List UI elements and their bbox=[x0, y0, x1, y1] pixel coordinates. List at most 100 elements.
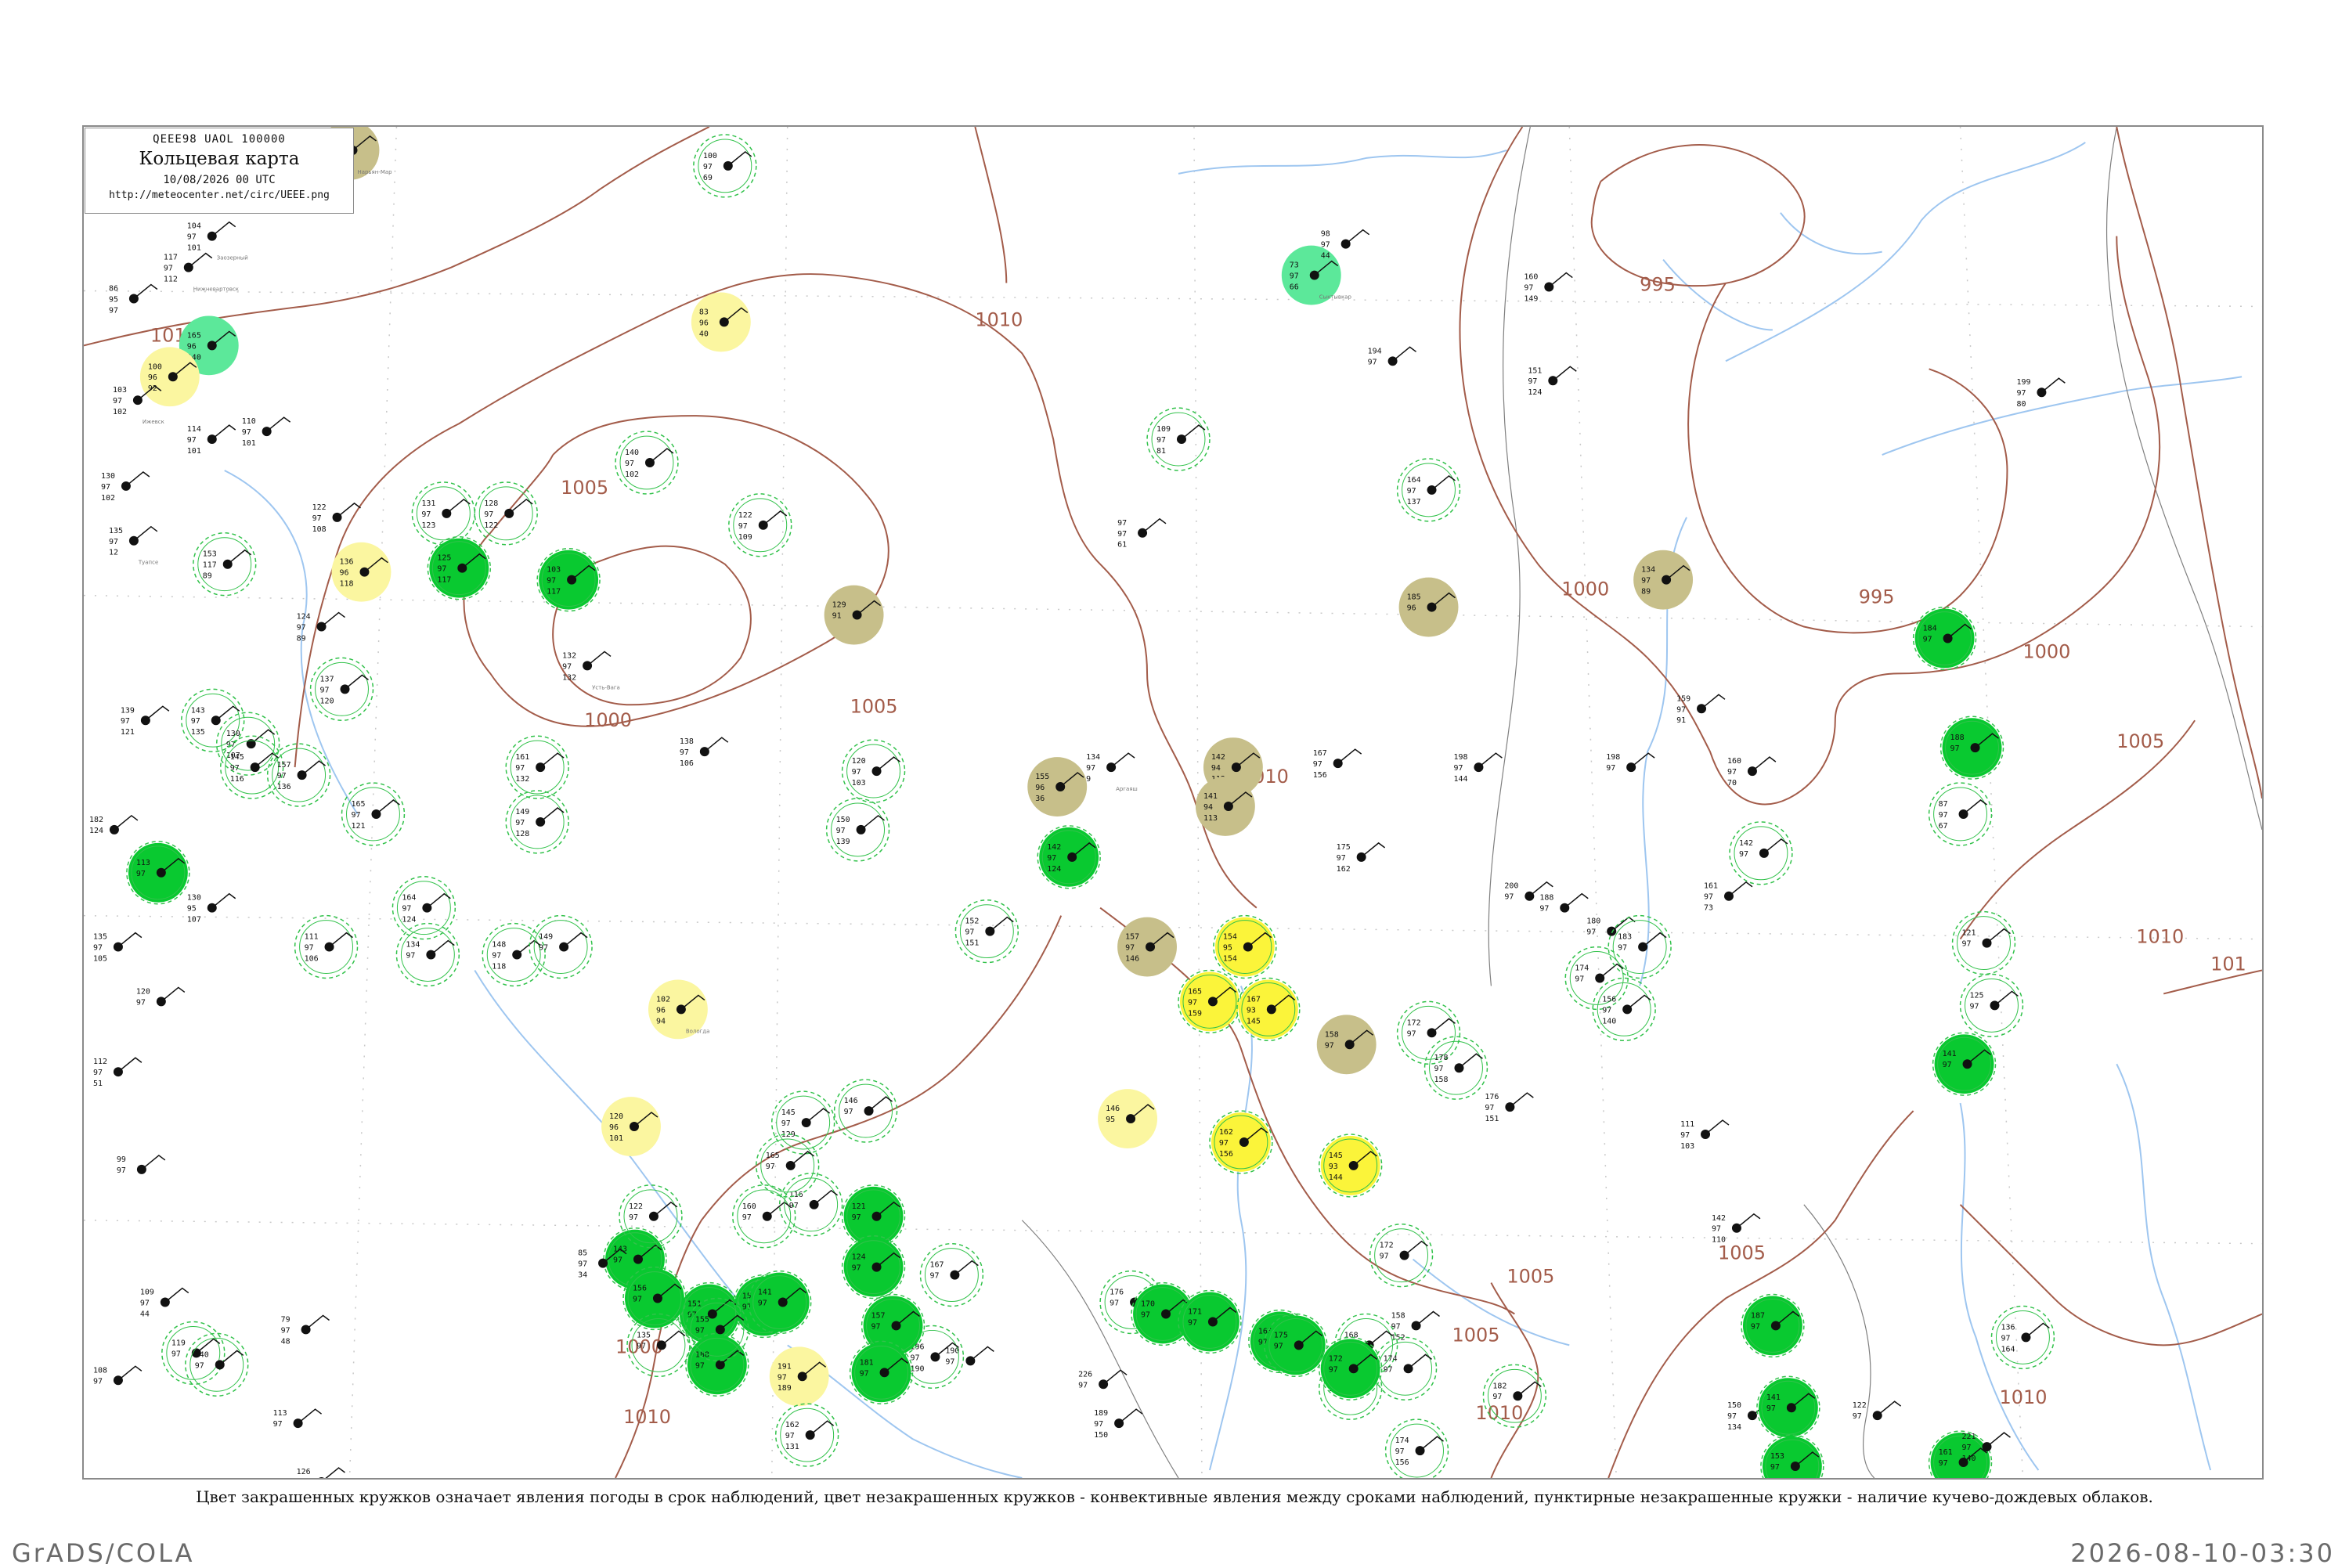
isobar-label: 1005 bbox=[1452, 1324, 1499, 1346]
station-humidity: 97 bbox=[1329, 1365, 1338, 1374]
station-humidity: 97 bbox=[1751, 1322, 1760, 1331]
station-plot: 8695 97 bbox=[109, 283, 158, 315]
station-dewpoint: 145 bbox=[1247, 1017, 1261, 1026]
station-humidity: 97 bbox=[1094, 1420, 1103, 1429]
station-temperature: 140 bbox=[625, 449, 639, 457]
station-dewpoint: 121 bbox=[352, 822, 366, 831]
station-temperature: 145 bbox=[1329, 1152, 1343, 1160]
station-temperature: 140 bbox=[195, 1350, 209, 1359]
station-temperature: 125 bbox=[437, 554, 451, 563]
station-dewpoint: 150 bbox=[1094, 1431, 1108, 1440]
station-temperature: 160 bbox=[1727, 757, 1741, 766]
station-humidity: 97 bbox=[402, 905, 411, 914]
station-dewpoint: 89 bbox=[297, 634, 306, 643]
station-humidity: 96 bbox=[656, 1006, 666, 1015]
station-temperature: 102 bbox=[656, 995, 670, 1004]
station-temperature: 103 bbox=[547, 566, 561, 575]
station-plot: 100 96 92 bbox=[139, 347, 200, 407]
station-humidity: 97 bbox=[2016, 389, 2026, 398]
station-temperature: 128 bbox=[484, 499, 498, 508]
station-temperature: 125 bbox=[1970, 991, 1984, 1000]
station-temperature: 149 bbox=[515, 808, 529, 816]
station-plot: 111 97 103 bbox=[1680, 1119, 1730, 1151]
station-temperature: 150 bbox=[836, 816, 850, 824]
station-dewpoint: 149 bbox=[1524, 294, 1538, 303]
station-dewpoint: 101 bbox=[609, 1134, 623, 1143]
station-dewpoint: 70 bbox=[1727, 779, 1737, 788]
station-name: Нарьян-Мар bbox=[357, 169, 392, 175]
station-temperature: 184 bbox=[1923, 625, 1937, 633]
station-humidity: 97 bbox=[93, 944, 103, 953]
station-dewpoint: 122 bbox=[484, 521, 498, 530]
station-plot: 18397 bbox=[1607, 914, 1672, 979]
station-humidity: 97 bbox=[860, 1369, 869, 1378]
station-plot: 18897 bbox=[1539, 892, 1589, 914]
station-humidity: 97 bbox=[484, 510, 493, 519]
station-humidity: 97 bbox=[1727, 1412, 1737, 1421]
station-plot: 161 97 bbox=[1928, 1430, 1993, 1478]
station-plot: 14197 bbox=[1756, 1375, 1820, 1440]
station-plot: 125 97 117 bbox=[427, 536, 492, 600]
station-plot: 109 97 81 bbox=[1146, 407, 1211, 471]
station-temperature: 167 bbox=[1247, 995, 1261, 1004]
station-dewpoint: 116 bbox=[230, 775, 244, 784]
station-humidity: 96 bbox=[699, 319, 709, 327]
station-dewpoint: 136 bbox=[277, 783, 291, 791]
station-temperature: 189 bbox=[1094, 1409, 1108, 1418]
station-temperature: 160 bbox=[1524, 273, 1538, 282]
station-dewpoint: 134 bbox=[1727, 1423, 1741, 1432]
station-temperature: 124 bbox=[297, 613, 311, 622]
station-temperature: 180 bbox=[1586, 917, 1600, 926]
station-dewpoint: 144 bbox=[1329, 1173, 1343, 1182]
station-temperature: 183 bbox=[1618, 933, 1632, 942]
station-humidity: 97 bbox=[93, 1069, 103, 1077]
isobar-label: 1000 bbox=[2022, 640, 2070, 662]
station-plot: 134 97 9 Аргаяш bbox=[1086, 752, 1138, 792]
station-temperature: 153 bbox=[1770, 1452, 1784, 1461]
station-humidity: 97 bbox=[629, 1213, 638, 1222]
station-dewpoint: 92 bbox=[148, 384, 157, 393]
station-humidity: 97 bbox=[1962, 940, 1972, 949]
station-humidity: 97 bbox=[637, 1342, 646, 1350]
station-temperature: 83 bbox=[699, 308, 709, 316]
station-humidity: 97 bbox=[1407, 487, 1416, 496]
station-name: Усть-Вага bbox=[592, 684, 620, 690]
station-humidity: 97 bbox=[789, 1202, 799, 1210]
station-humidity: 97 bbox=[1141, 1310, 1150, 1319]
station-plot: 11397 bbox=[126, 841, 190, 905]
isobar-label: 1005 bbox=[2116, 730, 2164, 752]
station-humidity: 97 bbox=[1125, 944, 1135, 953]
station-plot: 160 97 70 bbox=[1727, 756, 1777, 788]
station-dewpoint: 156 bbox=[1219, 1150, 1233, 1159]
station-temperature: 156 bbox=[1602, 995, 1616, 1004]
station-plot: 12497 bbox=[841, 1235, 906, 1299]
station-plot: 120 96 101 bbox=[601, 1097, 661, 1156]
station-dewpoint: 120 bbox=[320, 697, 334, 705]
station-temperature: 98 bbox=[1321, 230, 1330, 239]
station-humidity: 97 bbox=[871, 1322, 881, 1331]
station-humidity: 97 bbox=[1950, 744, 1960, 753]
station-humidity: 97 bbox=[1618, 944, 1627, 953]
station-plot: 160 97 bbox=[732, 1184, 796, 1249]
station-humidity: 97 bbox=[1504, 893, 1514, 902]
station-plot: 11397 bbox=[273, 1408, 323, 1429]
station-dewpoint: 158 bbox=[1434, 1076, 1449, 1084]
station-humidity: 97 bbox=[109, 538, 118, 546]
station-temperature: 154 bbox=[1223, 933, 1237, 942]
station-plot: 15197 bbox=[677, 1281, 742, 1346]
station-plot: 15697 bbox=[622, 1266, 687, 1331]
station-humidity: 97 bbox=[562, 662, 572, 671]
station-plot: 9997 bbox=[117, 1155, 166, 1175]
station-plot: 17297 bbox=[1396, 1000, 1461, 1065]
station-dewpoint: 102 bbox=[101, 494, 115, 503]
station-dewpoint: 117 bbox=[437, 576, 451, 585]
station-plot: 162 97 156 bbox=[1209, 1110, 1273, 1174]
station-plot: 132 97 132 Усть-Вага bbox=[562, 651, 620, 690]
station-temperature: 141 bbox=[1203, 792, 1218, 801]
station-temperature: 174 bbox=[1395, 1436, 1409, 1445]
station-temperature: 182 bbox=[89, 816, 103, 824]
station-temperature: 139 bbox=[121, 706, 135, 715]
station-plot: 128 97 122 bbox=[474, 481, 538, 546]
station-plot: 153 117 89 bbox=[193, 532, 257, 597]
station-temperature: 200 bbox=[1504, 882, 1518, 891]
